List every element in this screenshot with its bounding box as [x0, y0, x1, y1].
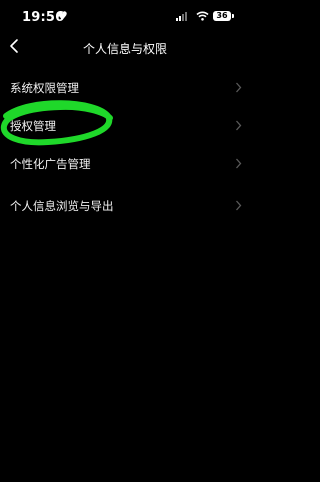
menu-item-label: 授权管理 — [10, 119, 56, 133]
heart-icon: ♥ — [57, 9, 68, 23]
chevron-right-icon — [236, 200, 242, 211]
battery-tip — [232, 14, 234, 18]
nav-bar: 个人信息与权限 — [0, 36, 250, 60]
menu-item-label: 系统权限管理 — [10, 81, 79, 95]
menu-item-personal-info-export[interactable]: 个人信息浏览与导出 — [0, 187, 250, 225]
wifi-icon — [196, 11, 209, 21]
chevron-right-icon — [236, 158, 242, 169]
status-bar: 19:56 ♥ 36 — [0, 0, 250, 36]
settings-list: 系统权限管理 授权管理 个性化广告管理 个人信息浏览与导出 — [0, 69, 250, 225]
menu-item-label: 个人信息浏览与导出 — [10, 199, 114, 213]
menu-item-personalized-ads[interactable]: 个性化广告管理 — [0, 145, 250, 183]
menu-item-label: 个性化广告管理 — [10, 157, 91, 171]
menu-item-authorization[interactable]: 授权管理 — [0, 107, 250, 145]
battery-icon: 36 — [213, 11, 231, 21]
page-title: 个人信息与权限 — [82, 42, 167, 56]
chevron-right-icon — [236, 120, 242, 131]
signal-icon — [176, 12, 187, 21]
menu-item-system-permissions[interactable]: 系统权限管理 — [0, 69, 250, 107]
chevron-right-icon — [236, 82, 242, 93]
